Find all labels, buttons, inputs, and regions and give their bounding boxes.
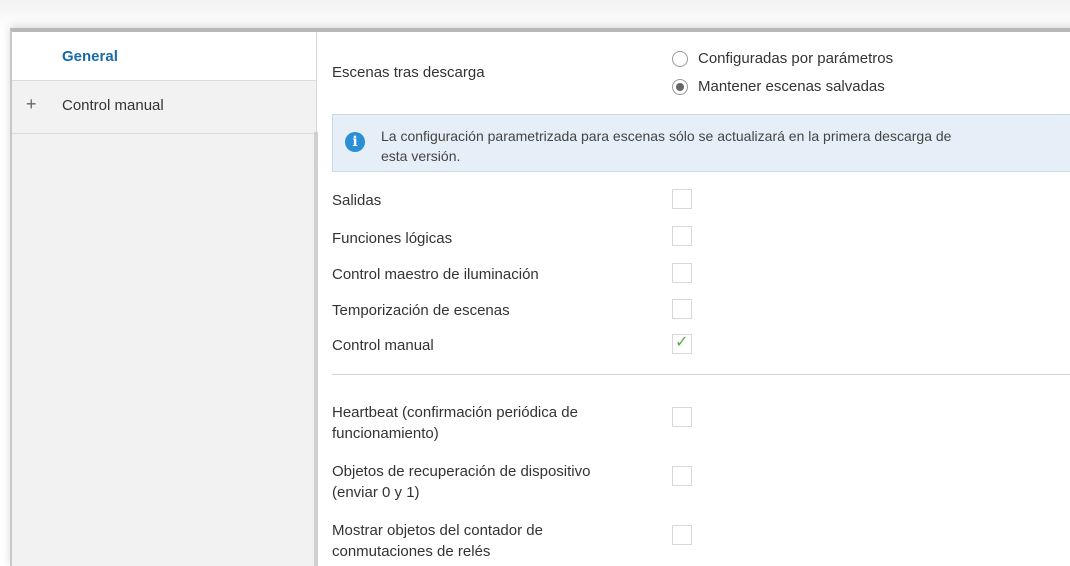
extra-label-line1: Objetos de recuperación de dispositivo bbox=[332, 463, 591, 480]
radio-configuradas[interactable]: Configuradas por parámetros bbox=[672, 50, 893, 67]
extra-label-line1: Mostrar objetos del contador de bbox=[332, 522, 543, 539]
expand-plus-icon[interactable]: + bbox=[26, 94, 37, 115]
function-label: Temporización de escenas bbox=[332, 302, 510, 319]
sidebar-scrollbar[interactable] bbox=[314, 132, 318, 566]
extra-label-line2: conmutaciones de relés bbox=[332, 543, 491, 560]
checkbox-salidas[interactable] bbox=[672, 189, 692, 209]
checkbox-control-maestro[interactable] bbox=[672, 263, 692, 283]
sidebar-item-label: Control manual bbox=[62, 97, 164, 114]
checkmark-icon: ✓ bbox=[675, 334, 689, 351]
radio-button-selected[interactable] bbox=[672, 78, 688, 95]
info-box: i La configuración parametrizada para es… bbox=[332, 114, 1070, 172]
top-shade bbox=[0, 0, 1070, 30]
window: General + Control manual Escenas tras de… bbox=[10, 28, 1070, 566]
radio-mantener[interactable]: Mantener escenas salvadas bbox=[672, 78, 885, 95]
info-icon: i bbox=[345, 132, 365, 152]
extra-label-recuperacion: Objetos de recuperación de dispositivo (… bbox=[332, 461, 591, 503]
checkbox-temporizacion[interactable] bbox=[672, 299, 692, 319]
sidebar-item-label: General bbox=[62, 48, 118, 65]
info-text-line2: esta versión. bbox=[381, 148, 461, 164]
function-label: Funciones lógicas bbox=[332, 230, 453, 247]
checkbox-recuperacion[interactable] bbox=[672, 466, 692, 486]
sidebar-item-general[interactable]: General bbox=[12, 32, 316, 81]
radio-button[interactable] bbox=[672, 50, 688, 67]
sidebar-item-control-manual[interactable]: + Control manual bbox=[12, 81, 316, 134]
info-text-line1: La configuración parametrizada para esce… bbox=[381, 128, 952, 144]
radio-label: Mantener escenas salvadas bbox=[698, 78, 885, 95]
extra-label-heartbeat: Heartbeat (confirmación periódica de fun… bbox=[332, 402, 578, 444]
info-text: La configuración parametrizada para esce… bbox=[381, 126, 1051, 166]
sidebar: General + Control manual bbox=[12, 32, 318, 566]
scenes-label: Escenas tras descarga bbox=[332, 64, 485, 81]
function-label: Control maestro de iluminación bbox=[332, 266, 539, 283]
checkbox-contador-reles[interactable] bbox=[672, 525, 692, 545]
checkbox-control-manual[interactable]: ✓ bbox=[672, 334, 692, 354]
checkbox-funciones-logicas[interactable] bbox=[672, 226, 692, 246]
extra-label-contador: Mostrar objetos del contador de conmutac… bbox=[332, 520, 543, 562]
extra-label-line1: Heartbeat (confirmación periódica de bbox=[332, 404, 578, 421]
main-panel: Escenas tras descarga Configuradas por p… bbox=[332, 32, 1070, 566]
radio-label: Configuradas por parámetros bbox=[698, 50, 894, 67]
extra-label-line2: (enviar 0 y 1) bbox=[332, 484, 420, 501]
extra-label-line2: funcionamiento) bbox=[332, 425, 439, 442]
function-label: Salidas bbox=[332, 192, 382, 209]
divider bbox=[332, 374, 1070, 375]
checkbox-heartbeat[interactable] bbox=[672, 407, 692, 427]
function-label: Control manual bbox=[332, 337, 434, 354]
